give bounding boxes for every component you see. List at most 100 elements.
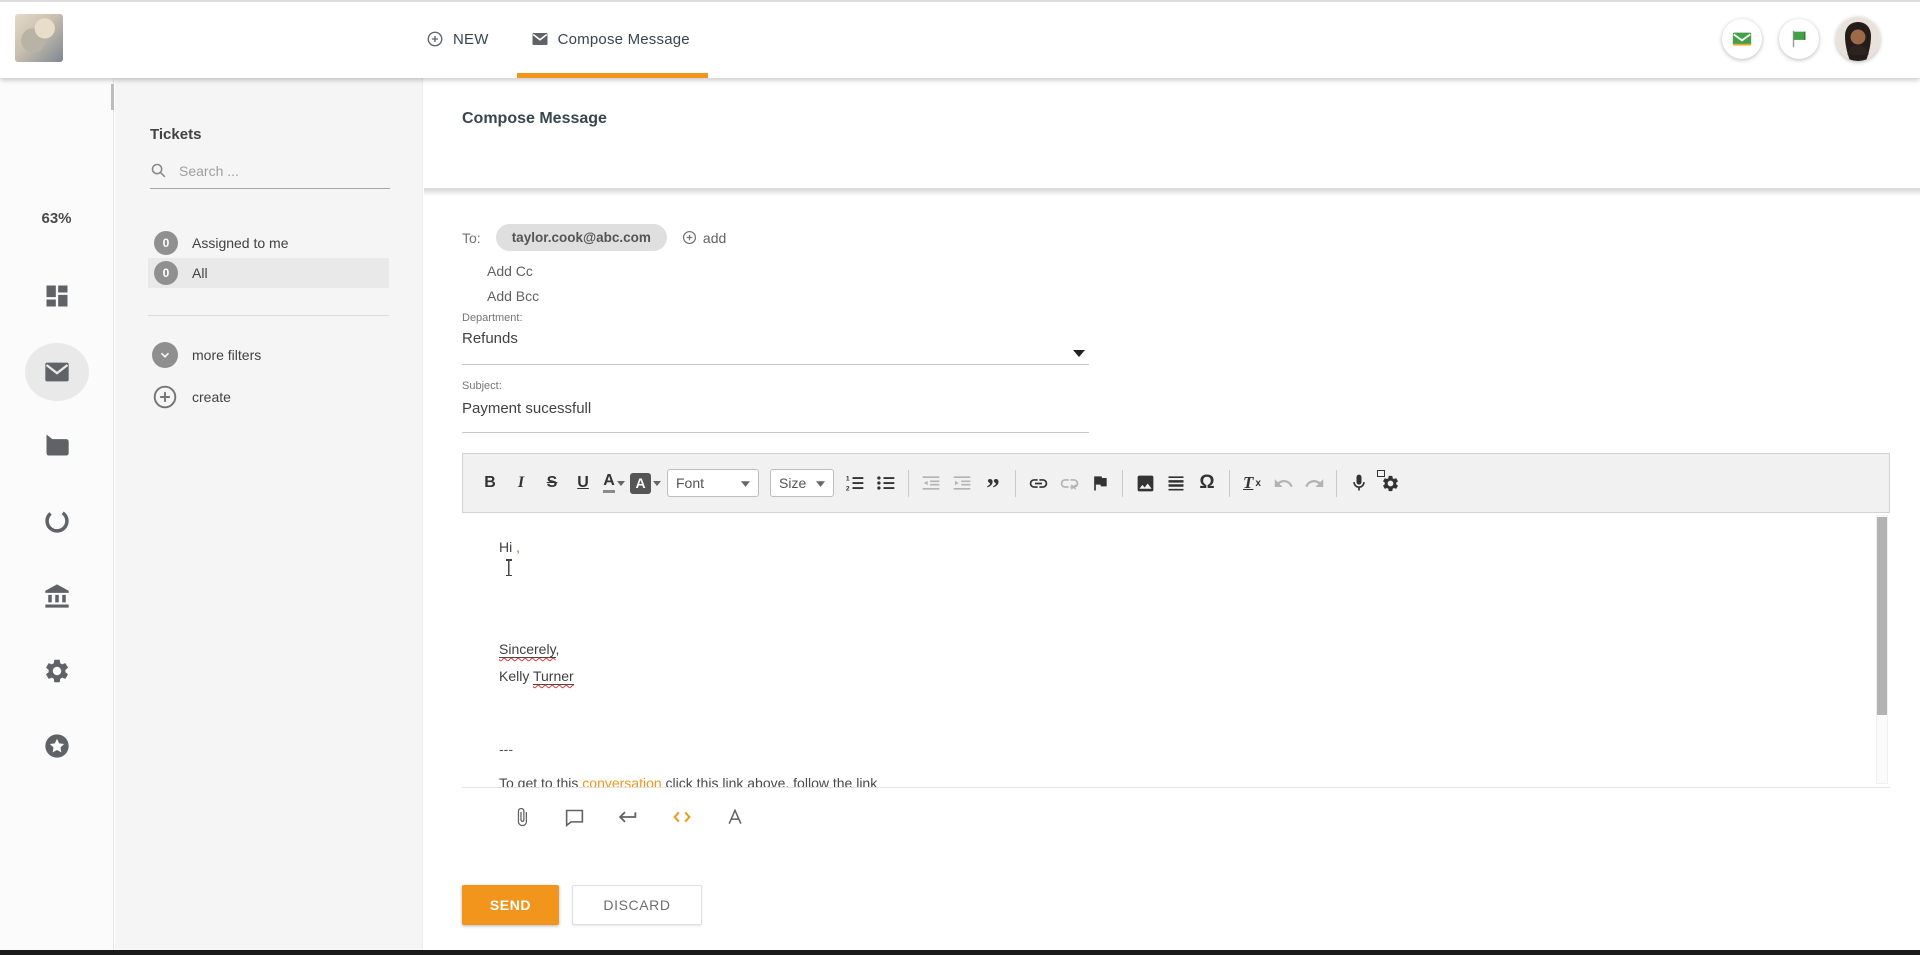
add-recipient-button[interactable]: add [682,230,726,246]
bulleted-list-button[interactable] [871,467,901,499]
mail-icon [531,30,549,48]
header-tabs: NEW Compose Message [412,0,704,78]
to-row: To: taylor.cook@abc.com add [462,224,726,251]
add-cc-button[interactable]: Add Cc [487,263,533,279]
filter-assigned-to-me[interactable]: 0 Assigned to me [148,228,389,258]
ring-icon [43,507,71,535]
background-color-button[interactable]: A [630,467,661,499]
more-filters-button[interactable]: more filters [152,342,261,368]
caret-down-icon [653,480,661,486]
rail-scrollbar[interactable] [111,84,114,110]
remove-format-button[interactable]: Tx [1237,467,1267,499]
blockquote-button[interactable]: ” [978,467,1008,499]
insert-reply-button[interactable] [617,806,639,828]
size-select[interactable]: Size [770,469,834,497]
subject-underline [462,432,1089,433]
underline-button[interactable]: U [568,467,598,499]
microphone-icon [1349,473,1369,493]
sidebar-item-organization[interactable] [0,582,113,610]
footer-line: To get to this conversation click this l… [499,775,877,788]
undo-button[interactable] [1268,467,1298,499]
mail-icon [43,358,71,386]
link-button[interactable] [1023,467,1053,499]
comment-button[interactable] [564,807,585,828]
code-icon [671,806,693,828]
unlink-button[interactable] [1054,467,1084,499]
create-ticket-button[interactable]: create [152,384,231,410]
search-input[interactable] [179,163,390,179]
recipient-chip[interactable]: taylor.cook@abc.com [496,224,667,251]
header-divider [424,188,1920,189]
text-color-button[interactable]: A [599,467,629,499]
panel-title: Tickets [150,126,201,143]
dropdown-caret-icon[interactable] [1072,348,1086,358]
subject-label: Subject: [462,380,502,392]
editor-body[interactable]: Hi , Sincerely, Kelly Turner --- To get … [462,513,1890,788]
italic-button[interactable]: I [506,467,536,499]
tickets-panel: Tickets 0 Assigned to me 0 All more filt… [115,78,423,950]
chevron-down-icon [152,342,178,368]
insert-image-button[interactable] [1130,467,1160,499]
sidebar-item-chat[interactable] [0,431,113,459]
sidebar-item-dashboard[interactable] [0,282,113,310]
discard-button[interactable]: DISCARD [572,885,702,925]
scrollbar-thumb[interactable] [1877,517,1887,715]
department-select-value[interactable]: Refunds [462,330,518,347]
attach-file-button[interactable] [512,807,532,827]
tab-new[interactable]: NEW [412,0,503,78]
window-top-edge [0,0,1920,2]
send-button[interactable]: SEND [462,885,559,925]
sidebar-item-featured[interactable] [0,732,113,760]
editor-settings-button[interactable] [1375,467,1405,499]
dictate-button[interactable] [1344,467,1374,499]
ticket-filters: 0 Assigned to me 0 All [148,228,389,288]
app-logo[interactable] [15,14,63,62]
green-mail-icon [1731,28,1753,50]
editor-toolbar: B I S U A A Font Size [462,453,1890,513]
sidebar-item-progress[interactable] [0,507,113,535]
sidebar-item-settings[interactable] [0,657,113,685]
indent-button[interactable] [947,467,977,499]
ticket-search [150,162,390,189]
link-icon [1028,473,1049,494]
source-code-button[interactable] [671,806,693,828]
subject-input-value[interactable]: Payment sucessfull [462,400,591,417]
anchor-flag-button[interactable] [1085,467,1115,499]
undo-icon [1273,473,1294,494]
bank-icon [43,582,71,610]
comment-bubble-icon [564,807,585,828]
inbox-mail-button[interactable] [1722,19,1762,59]
outdent-icon [921,473,941,493]
ordered-list-button[interactable]: 1 2 [840,467,870,499]
return-arrow-icon [617,806,639,828]
header-actions [1722,17,1880,61]
horizontal-rule-icon [1166,473,1186,493]
department-label: Department: [462,312,523,324]
create-label: create [192,389,231,405]
letter-a-icon [725,807,745,827]
tab-compose-message[interactable]: Compose Message [517,0,704,78]
outdent-button[interactable] [916,467,946,499]
text-cursor [504,559,514,576]
font-select[interactable]: Font [667,469,759,497]
plus-circle-icon [682,230,697,245]
horizontal-rule-button[interactable] [1161,467,1191,499]
redo-icon [1304,473,1325,494]
strikethrough-button[interactable]: S [537,467,567,499]
flag-notifications-button[interactable] [1779,19,1819,59]
sidebar-item-mail-active[interactable] [25,343,89,401]
app-header: NEW Compose Message [0,0,1920,78]
special-char-button[interactable]: Ω [1192,467,1222,499]
redo-button[interactable] [1299,467,1329,499]
filter-all[interactable]: 0 All [148,258,389,288]
footer-link[interactable]: conversation [582,775,661,788]
add-bcc-button[interactable]: Add Bcc [487,288,539,304]
filter-label: All [192,265,208,281]
chat-bubble-icon [43,431,71,459]
left-icon-rail: 63% [0,78,114,950]
svg-text:1: 1 [846,476,850,483]
user-avatar[interactable] [1836,17,1880,61]
image-icon [1135,473,1156,494]
bold-button[interactable]: B [475,467,505,499]
text-mode-button[interactable] [725,807,745,827]
